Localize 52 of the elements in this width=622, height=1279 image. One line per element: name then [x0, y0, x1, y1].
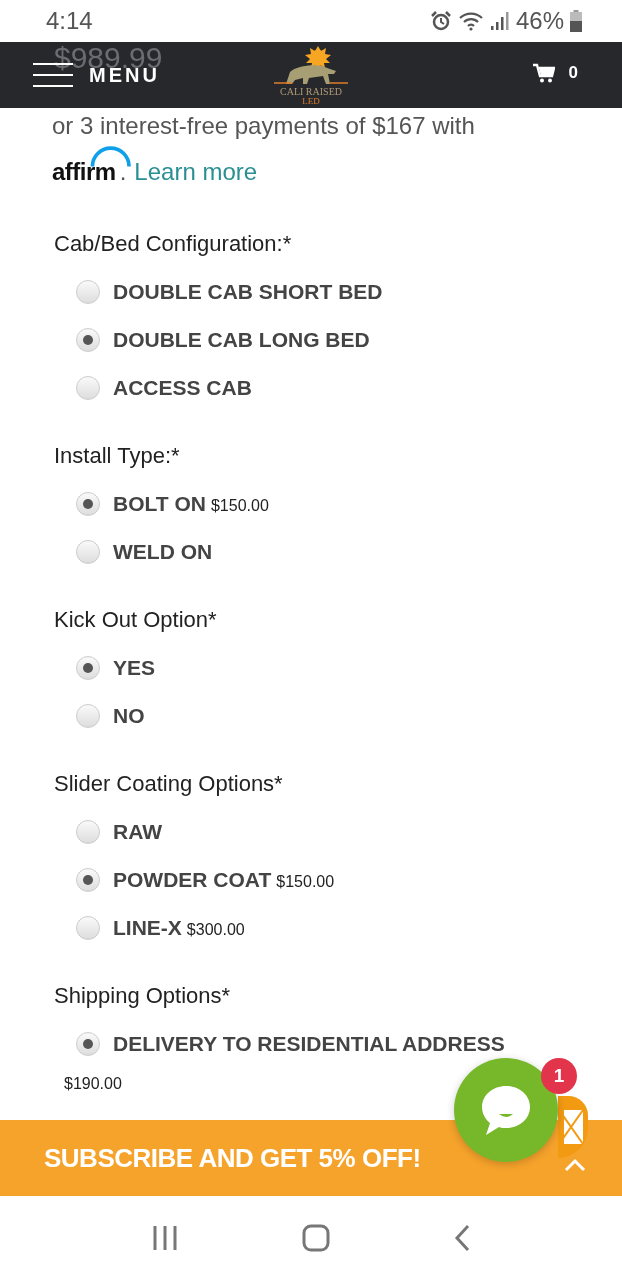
option-group-label: Cab/Bed Configuration:* — [53, 230, 293, 258]
alarm-icon — [429, 10, 452, 32]
option-label[interactable]: NO — [113, 704, 145, 728]
radio-button[interactable] — [76, 820, 100, 844]
option-label[interactable]: YES — [113, 656, 156, 680]
radio-button[interactable] — [76, 540, 100, 564]
option-label[interactable]: POWDER COAT — [113, 868, 272, 892]
radio-button[interactable] — [76, 916, 100, 940]
back-icon[interactable] — [454, 1223, 470, 1252]
envelope-icon — [564, 1109, 584, 1145]
home-icon[interactable] — [302, 1223, 330, 1252]
radio-button[interactable] — [76, 1032, 100, 1056]
radio-button[interactable] — [76, 376, 100, 400]
radio-button[interactable] — [76, 328, 100, 352]
radio-button[interactable] — [76, 704, 100, 728]
option-group-label: Slider Coating Options* — [53, 770, 284, 798]
learn-more-link[interactable]: Learn more — [134, 158, 258, 186]
option-price: $150.00 — [276, 872, 335, 891]
option-group-label: Install Type:* — [53, 442, 181, 470]
signal-icon — [489, 11, 510, 31]
wifi-icon — [457, 11, 484, 31]
clock-time: 4:14 — [46, 7, 93, 35]
option-label[interactable]: ACCESS CAB — [113, 376, 252, 400]
radio-button[interactable] — [76, 868, 100, 892]
option-price: $300.00 — [186, 920, 245, 939]
period-text: . — [119, 158, 127, 186]
logo-subtext: LED — [302, 97, 320, 106]
option-group-label: Kick Out Option* — [53, 606, 218, 634]
option-label[interactable]: DOUBLE CAB LONG BED — [113, 328, 370, 352]
option-price: $150.00 — [210, 496, 269, 515]
bear-sun-logo-icon — [274, 46, 348, 86]
cart-icon — [532, 63, 555, 83]
option-label[interactable]: LINE-X — [113, 916, 182, 940]
battery-icon — [570, 10, 582, 32]
option-label[interactable]: WELD ON — [113, 540, 213, 564]
financing-text: or 3 interest-free payments of $167 with — [52, 111, 476, 141]
option-label[interactable]: RAW — [113, 820, 162, 844]
email-button[interactable] — [558, 1096, 588, 1158]
cart-button[interactable]: 0 — [532, 63, 590, 87]
battery-percent: 46% — [515, 7, 564, 35]
recent-apps-icon[interactable] — [152, 1224, 178, 1251]
radio-button[interactable] — [76, 492, 100, 516]
logo-text: CALI RAISED — [280, 86, 342, 97]
option-label[interactable]: DOUBLE CAB SHORT BED — [113, 280, 383, 304]
notification-badge: 1 — [541, 1058, 577, 1094]
radio-button[interactable] — [76, 280, 100, 304]
radio-button[interactable] — [76, 656, 100, 680]
option-price: $190.00 — [64, 1074, 122, 1094]
option-label[interactable]: DELIVERY TO RESIDENTIAL ADDRESS — [113, 1032, 505, 1056]
subscribe-text: SUBSCRIBE AND GET 5% OFF! — [44, 1142, 421, 1174]
option-group-label: Shipping Options* — [53, 982, 232, 1010]
option-label[interactable]: BOLT ON — [113, 492, 206, 516]
